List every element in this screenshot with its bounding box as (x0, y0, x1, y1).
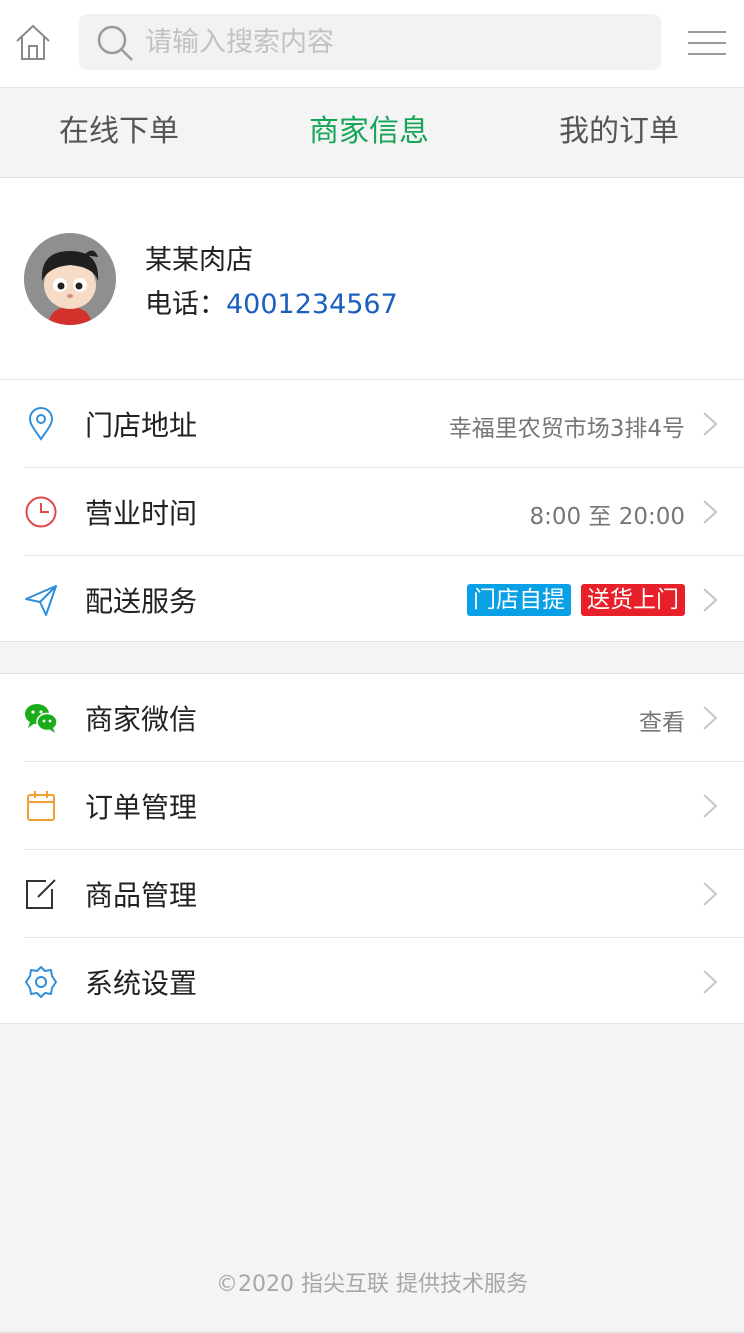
row-order-management[interactable]: 订单管理 (0, 762, 744, 850)
badge-self-pickup: 门店自提 (467, 584, 571, 616)
send-icon (25, 585, 57, 616)
wechat-view-link[interactable]: 查看 (639, 703, 685, 737)
row-system-settings[interactable]: 系统设置 (0, 938, 744, 1026)
wechat-icon (25, 704, 58, 733)
avatar (24, 233, 116, 325)
row-merchant-wechat[interactable]: 商家微信 查看 (0, 674, 744, 762)
home-icon (16, 24, 50, 60)
footer-credit: ©2020 指尖互联 提供技术服务 (216, 1272, 528, 1297)
menu-button[interactable] (688, 28, 726, 58)
store-info-group: 门店地址 幸福里农贸市场3排4号 营业时间 8:00 至 20:00 配送服务 … (0, 379, 744, 642)
search-box[interactable] (79, 14, 661, 70)
row-label: 营业时间 (85, 497, 198, 530)
phone-number-link[interactable]: 4001234567 (226, 289, 398, 320)
chevron-right-icon (703, 500, 718, 524)
chevron-right-icon (703, 588, 718, 612)
row-label: 系统设置 (85, 967, 198, 1000)
tab-my-orders[interactable]: 我的订单 (495, 88, 743, 178)
row-product-management[interactable]: 商品管理 (0, 850, 744, 938)
hours-value: 8:00 至 20:00 (529, 504, 685, 530)
row-label: 订单管理 (85, 791, 198, 824)
chevron-right-icon (703, 706, 718, 730)
badge-home-delivery: 送货上门 (581, 584, 685, 616)
row-delivery-service[interactable]: 配送服务 门店自提 送货上门 (0, 556, 744, 644)
chevron-right-icon (703, 882, 718, 906)
tab-online-order[interactable]: 在线下单 (0, 88, 243, 178)
row-label: 商品管理 (85, 879, 198, 912)
phone-label: 电话： (145, 289, 226, 320)
row-label: 商家微信 (85, 703, 198, 736)
shop-phone: 电话：4001234567 (145, 282, 398, 321)
chevron-right-icon (703, 970, 718, 994)
tab-bar: 在线下单 商家信息 我的订单 (0, 88, 744, 178)
location-pin-icon (28, 407, 54, 441)
row-store-address[interactable]: 门店地址 幸福里农贸市场3排4号 (0, 380, 744, 468)
tab-merchant-info[interactable]: 商家信息 (245, 88, 493, 178)
avatar-image (24, 233, 116, 325)
row-business-hours[interactable]: 营业时间 8:00 至 20:00 (0, 468, 744, 556)
row-label: 配送服务 (85, 585, 198, 618)
hamburger-menu-icon (688, 31, 726, 55)
edit-icon (26, 879, 56, 909)
chevron-right-icon (703, 794, 718, 818)
shop-card: 某某肉店 电话：4001234567 (0, 178, 744, 380)
address-value: 幸福里农贸市场3排4号 (448, 416, 685, 442)
search-input[interactable] (145, 22, 645, 62)
shop-name: 某某肉店 (145, 245, 253, 276)
clock-icon (25, 496, 57, 528)
gear-icon (25, 966, 57, 998)
search-icon (97, 25, 133, 61)
home-button[interactable] (13, 22, 53, 62)
row-label: 门店地址 (85, 409, 198, 442)
top-bar (0, 0, 744, 88)
calendar-icon (27, 791, 55, 821)
delivery-badges: 门店自提 送货上门 (457, 584, 685, 616)
merchant-menu-group: 商家微信 查看 订单管理 商品管理 系统设置 (0, 673, 744, 1024)
chevron-right-icon (703, 412, 718, 436)
